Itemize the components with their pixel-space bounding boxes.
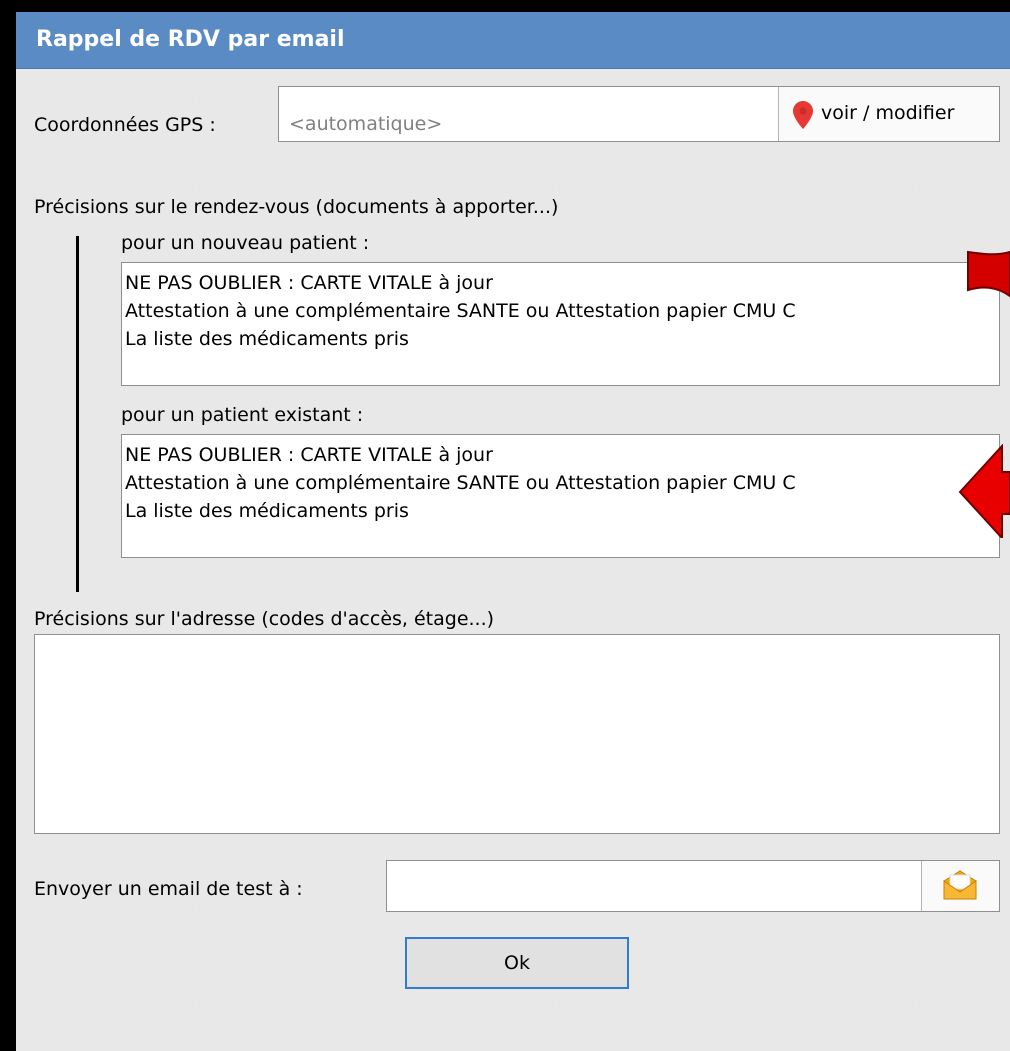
address-label: Précisions sur l'adresse (codes d'accès,…: [34, 608, 495, 630]
address-textarea[interactable]: [34, 634, 1000, 834]
annotation-arrow-left-icon: [958, 444, 1010, 538]
group-bracket-line: [76, 236, 79, 592]
annotation-arrow-top-icon: [967, 250, 1010, 298]
existing-patient-text: NE PAS OUBLIER : CARTE VITALE à jour Att…: [125, 441, 796, 525]
new-patient-text: NE PAS OUBLIER : CARTE VITALE à jour Att…: [125, 269, 796, 353]
test-email-field[interactable]: [386, 860, 1000, 912]
existing-patient-line-3: La liste des médicaments pris: [125, 500, 409, 522]
gps-placeholder: <automatique>: [289, 113, 443, 135]
gps-field[interactable]: <automatique> voir / modifier: [278, 86, 1000, 142]
existing-patient-label: pour un patient existant :: [121, 404, 364, 426]
new-patient-line-1: NE PAS OUBLIER : CARTE VITALE à jour: [125, 272, 493, 294]
existing-patient-line-2: Attestation à une complémentaire SANTE o…: [125, 472, 796, 494]
title-bar: Rappel de RDV par email: [16, 12, 1010, 69]
new-patient-line-3: La liste des médicaments pris: [125, 328, 409, 350]
gps-button-label: voir / modifier: [821, 102, 955, 124]
ok-button-label: Ok: [504, 952, 530, 974]
new-patient-label: pour un nouveau patient :: [121, 232, 370, 254]
existing-patient-textarea[interactable]: NE PAS OUBLIER : CARTE VITALE à jour Att…: [121, 434, 1000, 558]
window-title: Rappel de RDV par email: [36, 27, 345, 52]
map-pin-icon: [793, 101, 813, 129]
new-patient-textarea[interactable]: NE PAS OUBLIER : CARTE VITALE à jour Att…: [121, 262, 1000, 386]
test-email-label: Envoyer un email de test à :: [34, 878, 303, 900]
existing-patient-line-1: NE PAS OUBLIER : CARTE VITALE à jour: [125, 444, 493, 466]
envelope-icon: [943, 870, 977, 900]
dialog-window: Rappel de RDV par email Coordonnées GPS …: [16, 12, 1010, 1051]
gps-label: Coordonnées GPS :: [34, 114, 216, 136]
ok-button[interactable]: Ok: [405, 937, 629, 989]
send-test-email-button[interactable]: [921, 861, 999, 911]
gps-view-modify-button[interactable]: voir / modifier: [778, 87, 999, 141]
rdv-section-heading: Précisions sur le rendez-vous (documents…: [34, 196, 559, 218]
new-patient-line-2: Attestation à une complémentaire SANTE o…: [125, 300, 796, 322]
